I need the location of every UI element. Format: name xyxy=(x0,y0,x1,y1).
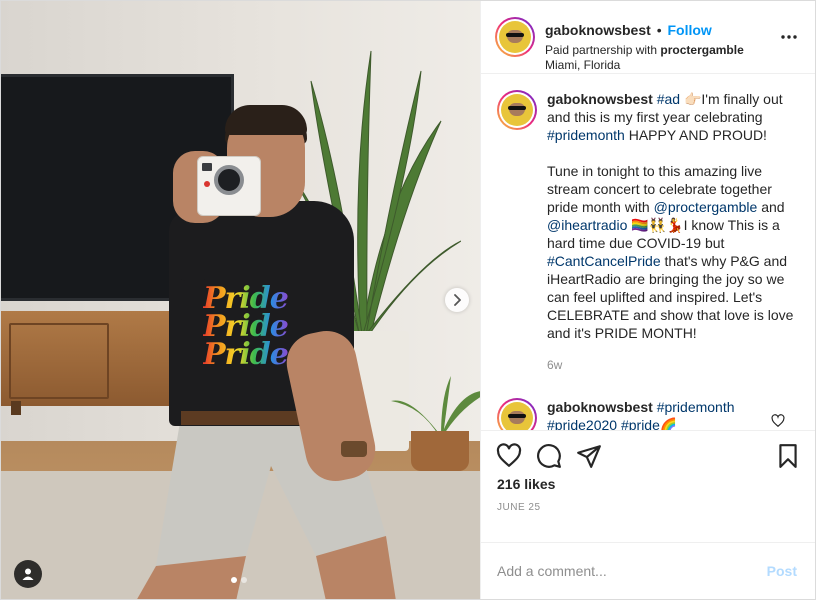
avatar[interactable] xyxy=(497,398,537,430)
heart-icon[interactable] xyxy=(496,443,522,469)
likes-count[interactable]: 216 likes xyxy=(497,476,555,492)
avatar[interactable] xyxy=(495,17,535,57)
emoji: 🏳️‍🌈👯‍♂️💃 xyxy=(631,217,684,233)
share-icon[interactable] xyxy=(576,443,602,469)
mention-link[interactable]: @proctergamble xyxy=(654,199,758,215)
post-sidebar: gaboknowsbest • Follow Paid partnership … xyxy=(480,1,815,599)
reply-text: gaboknowsbest #pridemonth #pride2020 #pr… xyxy=(547,398,795,430)
camera-flash xyxy=(202,163,212,171)
avatar[interactable] xyxy=(497,90,537,130)
partner-link[interactable]: proctergamble xyxy=(660,43,743,57)
wristwatch xyxy=(341,441,367,457)
action-bar: 216 likes JUNE 25 xyxy=(481,430,815,542)
chevron-right-icon xyxy=(454,294,461,306)
post-header: gaboknowsbest • Follow Paid partnership … xyxy=(481,1,815,74)
emoji: 🌈 xyxy=(659,417,678,430)
post-button[interactable]: Post xyxy=(767,563,797,579)
hashtag-link[interactable]: #pridemonth xyxy=(657,399,735,415)
post-date[interactable]: JUNE 25 xyxy=(497,502,541,513)
reply-username[interactable]: gaboknowsbest xyxy=(547,399,653,415)
camera-lens xyxy=(214,165,244,195)
small-heart-icon[interactable] xyxy=(771,414,785,428)
hair-top xyxy=(225,105,307,135)
next-slide-button[interactable] xyxy=(445,288,469,312)
caption-line: and xyxy=(761,199,785,215)
camera-button xyxy=(204,181,210,187)
console-leg xyxy=(11,401,21,415)
emoji: 👉🏻 xyxy=(683,91,702,107)
header-username[interactable]: gaboknowsbest xyxy=(545,22,651,38)
partnership-line: Paid partnership with proctergamble xyxy=(545,42,744,58)
hashtag-link[interactable]: #pridemonth xyxy=(547,127,625,143)
shirt-print: Pride xyxy=(203,337,289,372)
mention-link[interactable]: @iheartradio xyxy=(547,217,627,233)
caption-time[interactable]: 6w xyxy=(547,356,795,374)
tagged-users-button[interactable] xyxy=(14,560,42,588)
post-photo[interactable]: Pride Pride Pride xyxy=(1,1,480,599)
caption-username[interactable]: gaboknowsbest xyxy=(547,91,653,107)
small-pot xyxy=(411,431,469,471)
follow-button[interactable]: Follow xyxy=(667,22,711,38)
hashtag-link[interactable]: #ad xyxy=(657,91,680,107)
carousel-dot-active xyxy=(231,577,237,583)
bookmark-icon[interactable] xyxy=(775,443,801,469)
instagram-post: Pride Pride Pride gaboknowsbest • Follow… xyxy=(0,0,816,600)
hashtag-link[interactable]: #CantCancelPride xyxy=(547,253,661,269)
hashtag-link[interactable]: #pride2020 xyxy=(547,417,617,430)
more-icon[interactable] xyxy=(779,27,799,47)
header-separator: • xyxy=(656,22,662,38)
instant-camera xyxy=(197,156,261,216)
header-title-row: gaboknowsbest • Follow xyxy=(545,22,712,38)
user-tag-icon xyxy=(22,568,34,580)
small-plant xyxy=(391,376,480,436)
comment-input[interactable] xyxy=(497,563,747,579)
partnership-prefix: Paid partnership with xyxy=(545,43,658,57)
caption-text: gaboknowsbest #ad 👉🏻I'm finally out and … xyxy=(547,90,795,374)
carousel-indicator xyxy=(231,577,247,583)
hashtag-link[interactable]: #pride xyxy=(621,417,660,430)
add-comment-bar: Post xyxy=(481,542,815,599)
carousel-dot xyxy=(241,577,247,583)
location-link[interactable]: Miami, Florida xyxy=(545,57,620,73)
comments-list[interactable]: gaboknowsbest #ad 👉🏻I'm finally out and … xyxy=(481,74,815,430)
caption-line: HAPPY AND PROUD! xyxy=(628,127,767,143)
comment-icon[interactable] xyxy=(536,443,562,469)
